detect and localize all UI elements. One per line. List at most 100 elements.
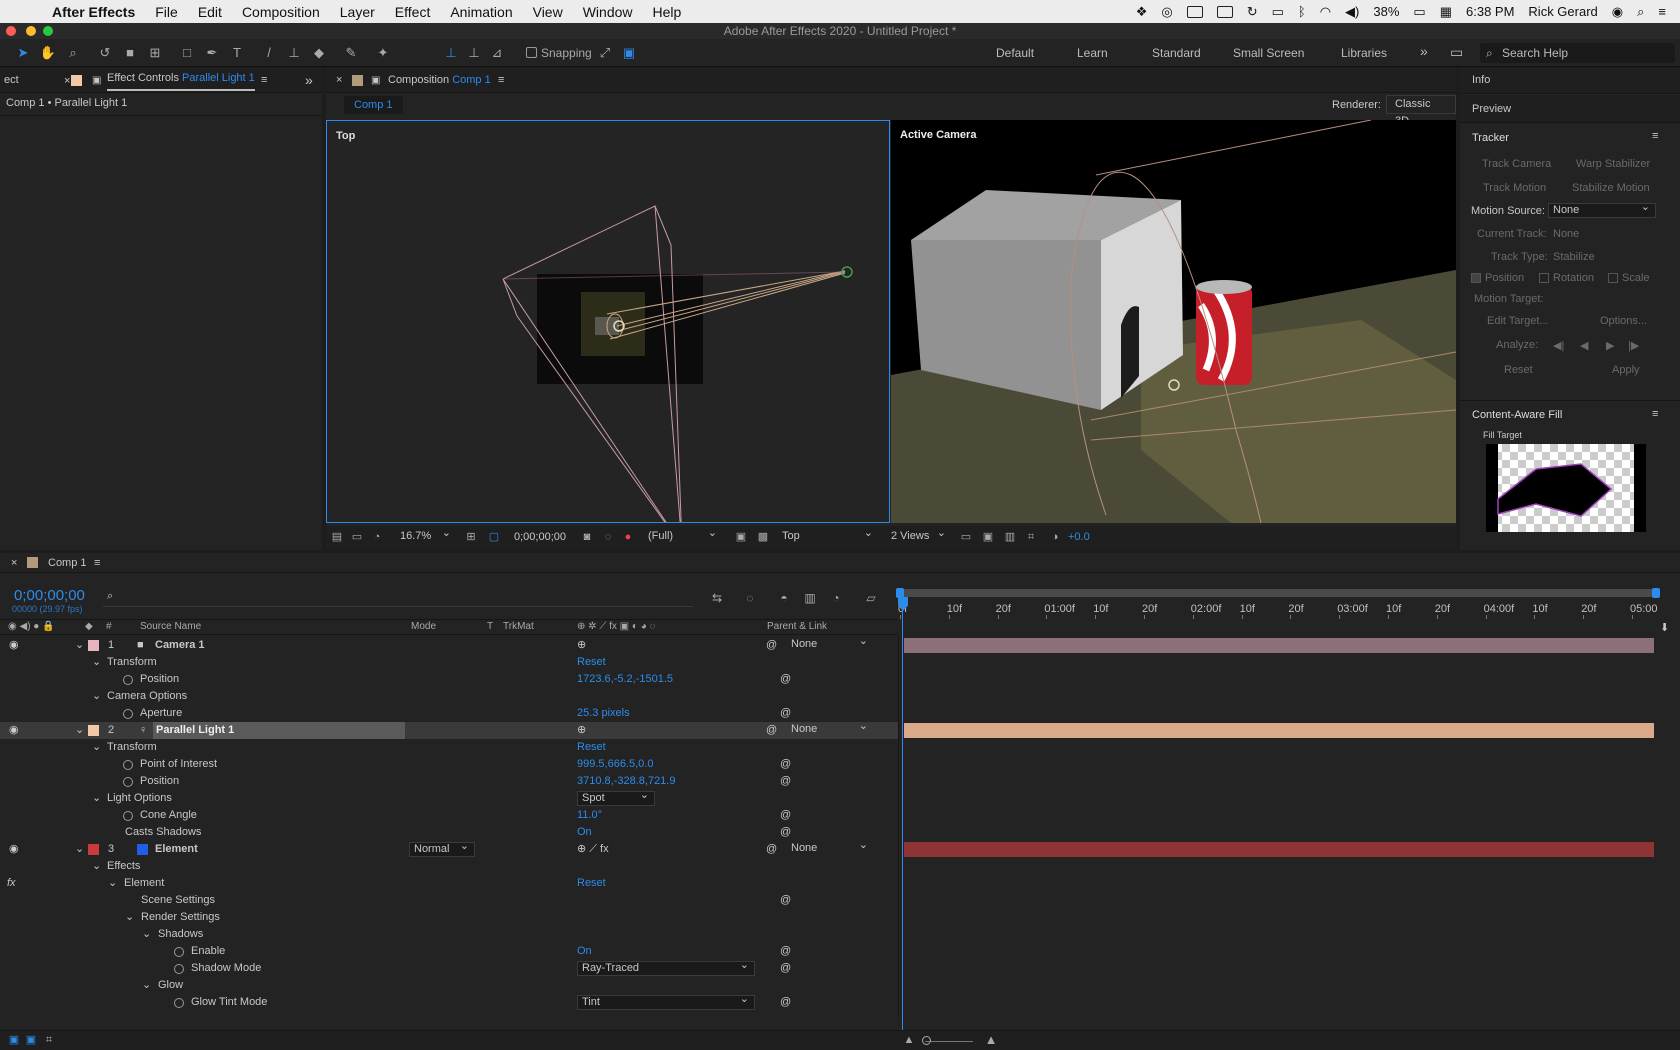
property-value[interactable]: 25.3 pixels [577, 705, 630, 722]
snap-features-icon[interactable]: ▣ [620, 44, 638, 62]
rotation-checkbox[interactable] [1539, 273, 1549, 283]
siri-icon[interactable]: ◉ [1612, 4, 1623, 20]
stopwatch-icon[interactable] [123, 709, 133, 719]
property-group-light-options[interactable]: ⌄ Light Options Spot [0, 789, 898, 807]
comp-breadcrumb[interactable]: Comp 1 [344, 96, 403, 114]
shy-switch-icon[interactable]: ⊕ [577, 637, 586, 654]
snapping-checkbox[interactable] [526, 47, 537, 58]
show-snapshot-icon[interactable]: ◌ [599, 528, 617, 546]
property-value[interactable]: 11.0° [577, 807, 602, 824]
expression-pickwhip-icon[interactable]: @ [780, 705, 791, 722]
property-group-shadows[interactable]: ⌄ Shadows [0, 926, 898, 943]
blend-mode-dropdown[interactable]: Normal [409, 840, 475, 857]
world-axis-mode-icon[interactable]: ⊥ [465, 44, 483, 62]
reset-exposure-icon[interactable]: ◑ [1046, 528, 1064, 546]
twirl-down-icon[interactable]: ⌄ [75, 637, 84, 654]
property-group-camera-options[interactable]: ⌄ Camera Options [0, 688, 898, 705]
user-name[interactable]: Rick Gerard [1528, 4, 1597, 19]
toggle-3d-views-icon[interactable]: ▣ [979, 528, 997, 546]
visibility-eye-icon[interactable]: ◉ [9, 637, 19, 654]
roto-brush-tool-icon[interactable]: ✎ [342, 44, 360, 62]
close-timeline-tab-icon[interactable]: × [11, 557, 17, 569]
property-value[interactable]: On [577, 943, 592, 960]
property-group-glow[interactable]: ⌄ Glow [0, 977, 898, 994]
property-row-aperture[interactable]: Aperture 25.3 pixels @ [0, 705, 898, 722]
battery-icon[interactable]: ▭ [1413, 4, 1425, 20]
current-time-display[interactable]: 0;00;00;00 [514, 531, 566, 543]
timeline-tab-label[interactable]: Comp 1 [48, 557, 87, 569]
twirl-down-icon[interactable]: ⌄ [75, 722, 84, 739]
effect-row-element[interactable]: fx ⌄ Element Reset [0, 875, 898, 892]
menu-composition[interactable]: Composition [232, 4, 330, 20]
twirl-down-icon[interactable]: ⌄ [108, 875, 117, 892]
stopwatch-icon[interactable] [174, 998, 184, 1008]
twirl-down-icon[interactable]: ⌄ [92, 688, 101, 705]
expand-panels-icon[interactable]: » [305, 68, 313, 93]
property-group-render-settings[interactable]: ⌄ Render Settings [0, 909, 898, 926]
expression-pickwhip-icon[interactable]: @ [780, 671, 791, 688]
menu-help[interactable]: Help [643, 4, 692, 20]
stopwatch-icon[interactable] [123, 760, 133, 770]
view-axis-mode-icon[interactable]: ⊿ [488, 44, 506, 62]
timeline-current-time[interactable]: 0;00;00;00 [14, 587, 85, 604]
layer-label-swatch[interactable] [88, 640, 99, 651]
expression-pickwhip-icon[interactable]: @ [780, 824, 791, 841]
bluetooth-icon[interactable]: ᛒ [1298, 4, 1306, 19]
workspace-overflow-icon[interactable]: » [1420, 43, 1428, 59]
timeline-search-field[interactable]: ⌕ [103, 590, 693, 607]
pickwhip-icon[interactable]: @ [766, 722, 777, 739]
timeline-menu-icon[interactable]: ≡ [94, 557, 100, 569]
toggle-pixel-aspect-icon[interactable]: ▭ [957, 528, 975, 546]
property-value[interactable]: 1723.6,-5.2,-1501.5 [577, 671, 673, 688]
element-duration-bar[interactable] [904, 842, 1654, 857]
work-area-end-handle[interactable] [1652, 588, 1660, 598]
workspace-learn[interactable]: Learn [1077, 46, 1108, 60]
shadow-mode-dropdown[interactable]: Ray-Traced [577, 959, 755, 976]
motion-source-dropdown[interactable]: None [1548, 201, 1656, 218]
zoom-in-icon[interactable]: ▲ [982, 1031, 1000, 1049]
workspace-libraries[interactable]: Libraries [1341, 46, 1387, 60]
workspace-small-screen[interactable]: Small Screen [1233, 46, 1304, 60]
layer-label-swatch[interactable] [88, 725, 99, 736]
tracker-reset-button[interactable]: Reset [1504, 364, 1533, 376]
snapshot-camera-icon[interactable]: ◙ [578, 528, 596, 546]
glow-tint-mode-dropdown[interactable]: Tint [577, 993, 755, 1010]
local-axis-mode-icon[interactable]: ⊥ [442, 44, 460, 62]
transform-reset-link[interactable]: Reset [577, 654, 606, 671]
timeline-zoom-slider-handle[interactable] [922, 1036, 931, 1045]
twirl-down-icon[interactable]: ⌄ [75, 841, 84, 858]
clone-stamp-tool-icon[interactable]: ⊥ [285, 44, 303, 62]
current-track-value[interactable]: None [1553, 228, 1579, 240]
property-row-shadow-mode[interactable]: Shadow Mode Ray-Traced @ [0, 959, 898, 977]
camera-tool-icon[interactable]: ■ [121, 44, 139, 62]
expression-pickwhip-icon[interactable]: @ [780, 943, 791, 960]
region-of-interest-icon[interactable]: ▢ [485, 528, 503, 546]
layer-name[interactable]: Element [155, 841, 198, 858]
caf-menu-icon[interactable]: ≡ [1652, 408, 1658, 420]
workspace-standard[interactable]: Standard [1152, 46, 1201, 60]
layer-row-element[interactable]: ◉ ⌄ 3 Element Normal ⊕ ⟋ fx @ None [0, 839, 898, 858]
display-icon[interactable] [1216, 5, 1233, 18]
stabilize-motion-button[interactable]: Stabilize Motion [1572, 182, 1650, 194]
visibility-eye-icon[interactable]: ◉ [9, 722, 19, 739]
workspace-default[interactable]: Default [996, 46, 1034, 60]
twirl-down-icon[interactable]: ⌄ [142, 926, 151, 943]
3d-view-dropdown[interactable]: Top [778, 527, 878, 545]
frame-blending-icon[interactable]: ▥ [801, 589, 819, 607]
property-row-point-of-interest[interactable]: Point of Interest 999.5,666.5,0.0 @ [0, 756, 898, 773]
top-view-viewer[interactable]: Top [326, 120, 890, 523]
expression-pickwhip-icon[interactable]: @ [780, 756, 791, 773]
analyze-forward-icon[interactable]: |▶ [1628, 339, 1639, 352]
transfer-controls-toggle-icon[interactable]: ▣ [22, 1031, 40, 1049]
always-preview-icon[interactable]: ▤ [328, 528, 346, 546]
creative-cloud-icon[interactable]: ◎ [1161, 4, 1172, 20]
twirl-down-icon[interactable]: ⌄ [92, 858, 101, 875]
menu-view[interactable]: View [523, 4, 573, 20]
fit-icon[interactable]: ⊞ [462, 528, 480, 546]
preview-panel-header[interactable]: Preview [1460, 95, 1680, 123]
analyze-forward-one-icon[interactable]: ▶ [1606, 339, 1614, 352]
stopwatch-icon[interactable] [123, 777, 133, 787]
fx-icon[interactable]: fx [7, 875, 16, 892]
calendar-icon[interactable]: ▦ [1440, 4, 1452, 20]
menu-app-name[interactable]: After Effects [42, 4, 145, 20]
